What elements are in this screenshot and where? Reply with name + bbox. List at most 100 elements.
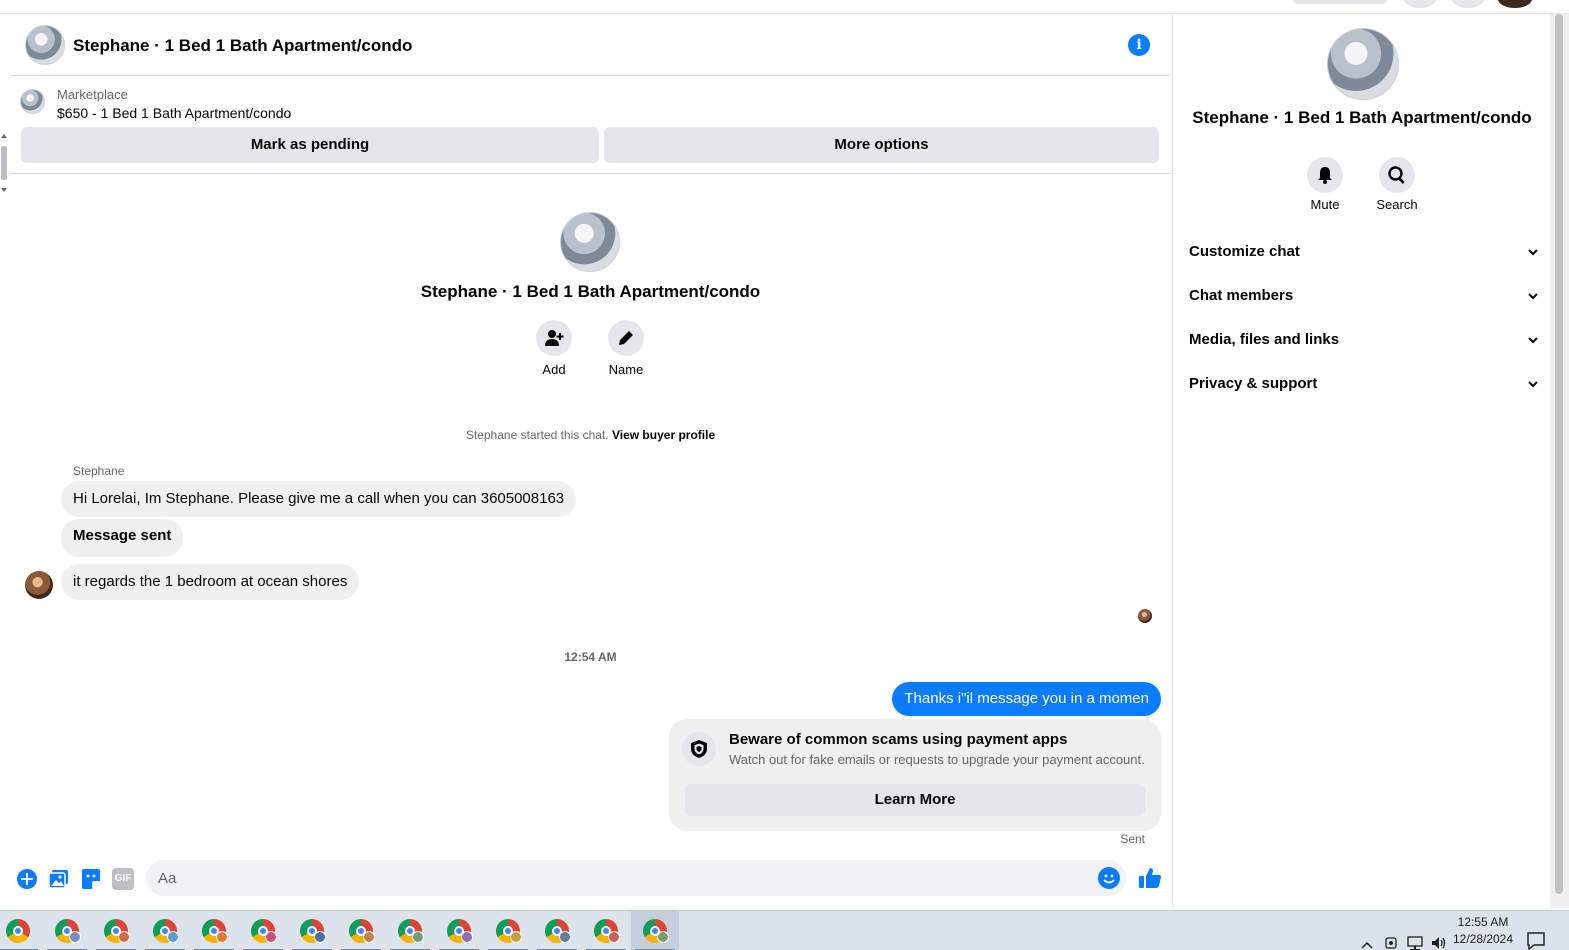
message-composer: GIF (10, 860, 1171, 900)
taskbar-chrome-app[interactable] (386, 911, 434, 950)
thumbs-up-icon[interactable] (1138, 866, 1162, 890)
scroll-up-icon[interactable] (1, 134, 7, 138)
mute-button[interactable] (1307, 157, 1343, 193)
profile-badge-icon (510, 931, 522, 943)
marketplace-label: Marketplace (57, 87, 128, 102)
taskbar-chrome-app[interactable] (141, 911, 189, 950)
add-label: Add (542, 362, 566, 377)
name-label: Name (608, 362, 644, 377)
chat-started-text: Stephane started this chat. (465, 428, 609, 442)
scroll-down-icon[interactable] (1, 188, 7, 192)
intro-name: Stephane · 1 Bed 1 Bath Apartment/condo (420, 282, 761, 301)
top-nav-icon-button[interactable] (1404, 0, 1436, 8)
add-people-button[interactable] (536, 320, 572, 356)
mark-as-pending-button[interactable]: Mark as pending (21, 127, 599, 163)
chevron-up-icon[interactable] (1360, 925, 1374, 950)
marketplace-bar: Marketplace $650 - 1 Bed 1 Bath Apartmen… (10, 77, 1171, 174)
left-scrollbar[interactable] (0, 128, 9, 198)
volume-icon[interactable] (1430, 923, 1448, 950)
taskbar-chrome-app[interactable] (239, 911, 287, 950)
taskbar-chrome-app[interactable] (435, 911, 483, 950)
smiley-face-icon (1103, 874, 1115, 884)
emoji-icon[interactable] (1098, 867, 1120, 889)
intro-avatar (560, 212, 620, 272)
photo-icon[interactable] (48, 868, 70, 890)
chevron-down-icon (1528, 249, 1538, 256)
profile-badge-icon (461, 931, 473, 943)
profile-badge-icon (118, 931, 130, 943)
message-timestamp: 12:54 AM (564, 650, 617, 664)
learn-more-button[interactable]: Learn More (685, 784, 1145, 816)
account-avatar[interactable] (1498, 0, 1532, 8)
taskbar-chrome-app[interactable] (484, 911, 532, 950)
panel-avatar[interactable] (1327, 28, 1399, 100)
profile-badge-icon (559, 931, 571, 943)
taskbar-chrome-app[interactable] (190, 911, 238, 950)
shield-icon-wrap (682, 732, 716, 766)
customize-chat-section[interactable]: Customize chat (1189, 237, 1539, 267)
top-nav-button[interactable] (1292, 0, 1388, 4)
scroll-thumb[interactable] (1, 146, 7, 180)
profile-badge-icon (363, 931, 375, 943)
conversation-info-panel: Stephane · 1 Bed 1 Bath Apartment/condo … (1172, 14, 1550, 908)
profile-badge-icon (314, 931, 326, 943)
taskbar-chrome-app[interactable] (288, 911, 336, 950)
scam-warning-card: Beware of common scams using payment app… (669, 719, 1161, 831)
network-icon[interactable] (1406, 923, 1424, 950)
system-clock[interactable]: 12:55 AM 12/28/2024 (1450, 914, 1516, 948)
message-input[interactable] (146, 860, 1126, 896)
sender-avatar[interactable] (25, 571, 53, 599)
message-status: Sent (1120, 832, 1145, 846)
meet-now-icon[interactable] (1384, 923, 1398, 950)
plus-icon[interactable] (16, 868, 38, 890)
profile-badge-icon (69, 931, 81, 943)
section-label: Customize chat (1189, 243, 1300, 260)
clock-date: 12/28/2024 (1452, 932, 1514, 946)
more-options-button[interactable]: More options (604, 127, 1159, 163)
listing-title[interactable]: $650 - 1 Bed 1 Bath Apartment/condo (57, 105, 291, 121)
shield-icon (691, 740, 707, 758)
pencil-icon (619, 331, 633, 345)
taskbar-chrome-app[interactable] (582, 911, 630, 950)
message-bubble[interactable]: Hi Lorelai, Im Stephane. Please give me … (61, 481, 577, 517)
view-buyer-profile-link[interactable]: View buyer profile (612, 428, 715, 442)
taskbar-chrome-app[interactable] (92, 911, 140, 950)
mute-label: Mute (1310, 197, 1340, 212)
media-files-links-section[interactable]: Media, files and links (1189, 325, 1539, 355)
search-button[interactable] (1379, 157, 1415, 193)
top-nav-icon-button[interactable] (1452, 0, 1484, 8)
chevron-down-icon (1528, 381, 1538, 388)
taskbar-chrome-app[interactable] (337, 911, 385, 950)
taskbar-chrome-app[interactable] (533, 911, 581, 950)
message-bubble[interactable]: it regards the 1 bedroom at ocean shores (61, 564, 360, 600)
gif-icon[interactable]: GIF (112, 868, 134, 890)
message-bubble[interactable]: Message sent (61, 519, 184, 557)
chat-avatar[interactable] (25, 25, 65, 65)
chat-panel: Stephane · 1 Bed 1 Bath Apartment/condo … (10, 14, 1171, 908)
taskbar-chrome-app[interactable] (43, 911, 91, 950)
windows-taskbar: 12:55 AM 12/28/2024 (0, 910, 1569, 950)
chat-title[interactable]: Stephane · 1 Bed 1 Bath Apartment/condo (73, 36, 412, 56)
chat-started-notice: Stephane started this chat. View buyer p… (10, 428, 1171, 442)
sticker-icon[interactable] (80, 868, 102, 890)
section-label: Privacy & support (1189, 375, 1318, 392)
page-scrollbar[interactable] (1550, 14, 1569, 908)
add-person-icon (545, 330, 564, 346)
privacy-support-section[interactable]: Privacy & support (1189, 369, 1539, 399)
info-icon[interactable]: i (1128, 34, 1150, 56)
edit-name-button[interactable] (608, 320, 644, 356)
page-scroll-thumb[interactable] (1555, 14, 1563, 894)
scam-warning-description: Watch out for fake emails or requests to… (729, 752, 1145, 767)
chat-members-section[interactable]: Chat members (1189, 281, 1539, 311)
search-label: Search (1376, 197, 1418, 212)
sender-name: Stephane (73, 464, 125, 478)
bell-icon (1318, 167, 1332, 184)
outgoing-message-bubble[interactable]: Thanks i"il message you in a momen (892, 682, 1161, 716)
profile-badge-icon (167, 931, 179, 943)
chat-header: Stephane · 1 Bed 1 Bath Apartment/condo … (10, 14, 1171, 76)
taskbar-chrome-app-active[interactable] (631, 911, 679, 950)
taskbar-chrome-app[interactable] (0, 911, 42, 950)
notifications-icon[interactable] (1526, 921, 1546, 950)
scam-warning-title: Beware of common scams using payment app… (729, 731, 1068, 748)
listing-thumbnail[interactable] (20, 89, 45, 114)
